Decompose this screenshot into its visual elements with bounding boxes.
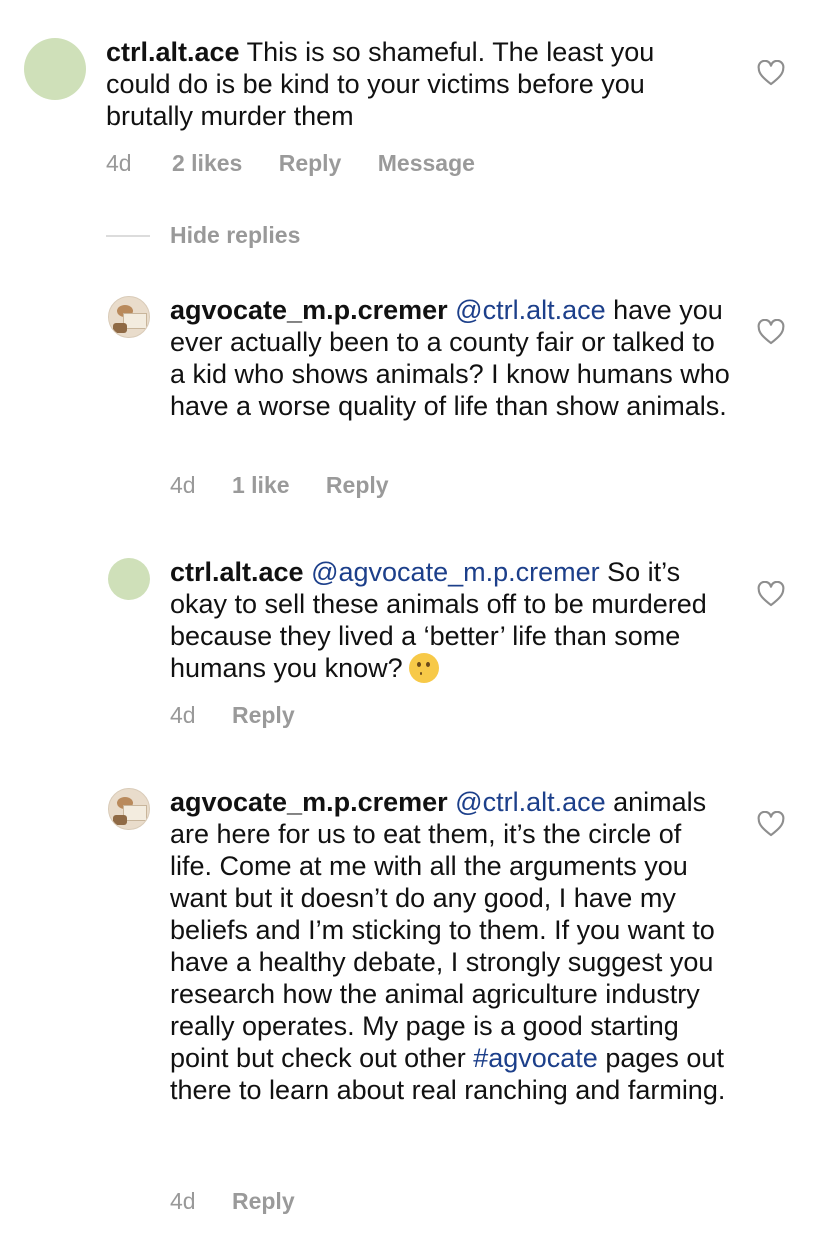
avatar-ctrl-alt-ace[interactable] <box>24 38 86 100</box>
comment-4-mention[interactable]: @ctrl.alt.ace <box>455 787 605 817</box>
avatar-agvocate[interactable] <box>108 788 150 830</box>
comment-2-likes[interactable]: 1 like <box>232 472 290 498</box>
heart-icon[interactable] <box>757 811 785 837</box>
comment-4-reply-button[interactable]: Reply <box>232 1188 295 1214</box>
heart-icon[interactable] <box>757 60 785 86</box>
comment-4-meta: 4d Reply <box>170 1188 295 1215</box>
comment-4-body-part-1: animals are here for us to eat them, it’… <box>170 787 715 1073</box>
comment-4-username[interactable]: agvocate_m.p.cremer <box>170 787 448 817</box>
comment-4-time: 4d <box>170 1188 196 1214</box>
comment-1-reply-button[interactable]: Reply <box>279 150 342 176</box>
comment-1-meta: 4d 2 likes Reply Message <box>106 150 475 177</box>
comment-3-mention[interactable]: @agvocate_m.p.cremer <box>311 557 600 587</box>
comment-2-reply-button[interactable]: Reply <box>326 472 389 498</box>
comment-2-text: agvocate_m.p.cremer @ctrl.alt.ace have y… <box>170 294 730 422</box>
comment-3-meta: 4d Reply <box>170 702 295 729</box>
heart-icon[interactable] <box>757 581 785 607</box>
comment-3-time: 4d <box>170 702 196 728</box>
comment-2-meta: 4d 1 like Reply <box>170 472 389 499</box>
comment-3-username[interactable]: ctrl.alt.ace <box>170 557 304 587</box>
thinking-face-emoji-icon <box>408 653 439 683</box>
comment-3-text: ctrl.alt.ace @agvocate_m.p.cremer So it’… <box>170 556 730 684</box>
comment-4-hashtag[interactable]: #agvocate <box>473 1043 598 1073</box>
comment-3-reply-button[interactable]: Reply <box>232 702 295 728</box>
hide-replies-divider <box>106 235 150 237</box>
comment-1-message-button[interactable]: Message <box>378 150 475 176</box>
comment-4-text: agvocate_m.p.cremer @ctrl.alt.ace animal… <box>170 786 730 1106</box>
comment-2-username[interactable]: agvocate_m.p.cremer <box>170 295 448 325</box>
comment-2-time: 4d <box>170 472 196 498</box>
comment-1-likes[interactable]: 2 likes <box>172 150 242 176</box>
comment-1-time: 4d <box>106 150 132 176</box>
hide-replies-button[interactable]: Hide replies <box>170 222 300 249</box>
comment-1-username[interactable]: ctrl.alt.ace <box>106 37 240 67</box>
heart-icon[interactable] <box>757 319 785 345</box>
comment-1-text: ctrl.alt.ace This is so shameful. The le… <box>106 36 726 132</box>
avatar-ctrl-alt-ace[interactable] <box>108 558 150 600</box>
avatar-agvocate[interactable] <box>108 296 150 338</box>
comment-2-mention[interactable]: @ctrl.alt.ace <box>455 295 605 325</box>
